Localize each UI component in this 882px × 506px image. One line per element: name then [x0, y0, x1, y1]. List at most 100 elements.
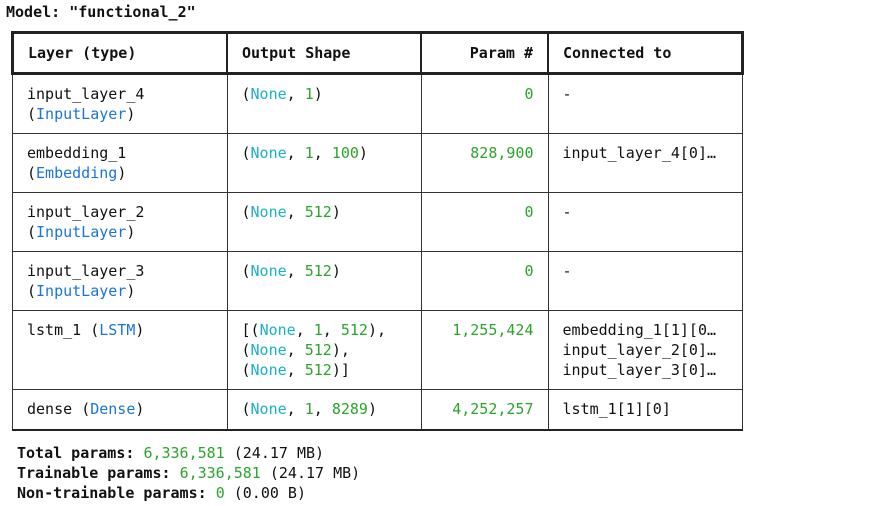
connection: - [562, 203, 572, 221]
layer-class: InputLayer [36, 282, 127, 300]
param-count: 1,255,424 [452, 321, 534, 339]
shape-number: 1 [313, 321, 323, 339]
cell-connected-to: lstm_1[1][0] [547, 389, 743, 431]
params-total-line: Non-trainable params: 0 (0.00 B) [17, 483, 360, 503]
param-count: 4,252,257 [452, 400, 534, 418]
none-keyword: None [259, 321, 296, 339]
cell-param-count: 828,900 [420, 133, 549, 193]
cell-layer: input_layer_4 (InputLayer) [12, 73, 228, 134]
table-row: input_layer_3 (InputLayer) (None, 512) 0- [12, 251, 743, 311]
connection: - [562, 85, 572, 103]
none-keyword: None [250, 262, 287, 280]
layer-class: InputLayer [36, 105, 127, 123]
shape-number: 1 [304, 400, 314, 418]
column-header-param: Param # [420, 31, 549, 75]
layer-name: input_layer_2 [27, 203, 145, 221]
connection: - [562, 262, 572, 280]
cell-connected-to: - [547, 192, 743, 252]
params-label: Non-trainable params: [17, 484, 207, 502]
table-row: embedding_1 (Embedding) (None, 1, 100) 828,… [12, 133, 743, 193]
shape-punct: ( [241, 203, 251, 221]
layer-name: dense [27, 400, 73, 418]
cell-layer: dense (Dense) [12, 389, 228, 431]
shape-punct: ( [241, 144, 251, 162]
layer-class: LSTM [99, 321, 136, 339]
table-row: input_layer_2 (InputLayer) (None, 512) 0 - [12, 192, 743, 252]
param-count: 0 [524, 262, 534, 280]
params-value: 0 [215, 484, 225, 502]
shape-punct: ) [331, 262, 341, 280]
shape-number: 1 [304, 85, 314, 103]
shape-number: 512 [304, 203, 332, 221]
cell-param-count: 1,255,424 [420, 310, 549, 390]
params-value: 6,336,581 [143, 444, 225, 462]
params-label: Trainable params: [17, 464, 171, 482]
param-count: 0 [524, 85, 534, 103]
column-header-connected-to: Connected to [547, 31, 744, 75]
layer-name: input_layer_4 [27, 85, 145, 103]
params-value: 6,336,581 [179, 464, 261, 482]
shape-punct: ( [241, 400, 251, 418]
params-label: Total params: [17, 444, 135, 462]
shape-punct: ( [241, 262, 251, 280]
none-keyword: None [250, 361, 287, 379]
cell-output-shape: (None, 1) [226, 73, 422, 134]
shape-punct: , [286, 262, 305, 280]
cell-output-shape: (None, 1, 8289) [226, 389, 422, 431]
shape-punct: , [286, 203, 305, 221]
cell-output-shape: [(None, 1, 512), (None, 512), (None, 512)] [226, 310, 422, 390]
shape-punct: , [295, 321, 314, 339]
cell-param-count: 4,252,257 [420, 389, 549, 431]
layer-name: lstm_1 [27, 321, 82, 339]
column-header-output-shape: Output Shape [226, 31, 422, 75]
shape-punct: , [286, 85, 305, 103]
shape-punct: , [286, 400, 305, 418]
cell-connected-to: embedding_1[1][0… input_layer_2[0]… input_… [547, 310, 743, 390]
cell-layer: input_layer_2 (InputLayer) [12, 192, 228, 252]
cell-param-count: 0 [420, 73, 549, 134]
none-keyword: None [250, 85, 287, 103]
shape-punct: ) [331, 203, 341, 221]
shape-number: 100 [331, 144, 359, 162]
shape-punct: ) [313, 85, 323, 103]
table-row: dense (Dense) (None, 1, 8289) 4,252,257 lst… [12, 389, 743, 431]
shape-punct: ), [367, 321, 386, 339]
params-total-line: Trainable params: 6,336,581 (24.17 MB) [17, 463, 360, 483]
table-row: lstm_1 (LSTM) [(None, 1, 512), (None, 512)… [12, 310, 743, 390]
param-count: 0 [524, 203, 534, 221]
model-title: Model: "functional_2" [6, 3, 196, 21]
param-count: 828,900 [470, 144, 534, 162]
connection: input_layer_4[0]… [562, 144, 717, 162]
shape-punct: [( [241, 321, 260, 339]
connection: input_layer_3[0]… [562, 361, 717, 379]
params-total-line: Total params: 6,336,581 (24.17 MB) [17, 443, 360, 463]
shape-number: 8289 [331, 400, 368, 418]
params-size: (0.00 B) [233, 484, 306, 502]
shape-punct: , [313, 400, 332, 418]
connection: input_layer_2[0]… [562, 341, 717, 359]
layer-class: InputLayer [36, 223, 127, 241]
model-summary-table: Layer (type) Output Shape Param # Connec… [11, 31, 744, 431]
layer-class: Embedding [36, 164, 118, 182]
shape-punct: , [286, 341, 305, 359]
shape-punct: ), [331, 341, 350, 359]
shape-punct: ) [367, 400, 377, 418]
table-header-row: Layer (type) Output Shape Param # Connec… [11, 31, 744, 75]
cell-param-count: 0 [420, 251, 549, 311]
shape-number: 512 [304, 341, 332, 359]
params-size: (24.17 MB) [233, 444, 325, 462]
cell-layer: embedding_1 (Embedding) [12, 133, 228, 193]
shape-number: 1 [304, 144, 314, 162]
none-keyword: None [250, 203, 287, 221]
cell-connected-to: - [547, 73, 743, 134]
shape-punct: , [286, 144, 305, 162]
shape-punct: , [313, 144, 332, 162]
shape-punct: ( [241, 85, 251, 103]
cell-param-count: 0 [420, 192, 549, 252]
shape-punct: , [322, 321, 341, 339]
table-row: input_layer_4 (InputLayer) (None, 1) 0- [12, 73, 743, 134]
layer-class: Dense [90, 400, 136, 418]
shape-punct: , [286, 361, 305, 379]
shape-number: 512 [304, 361, 332, 379]
cell-layer: input_layer_3 (InputLayer) [12, 251, 228, 311]
